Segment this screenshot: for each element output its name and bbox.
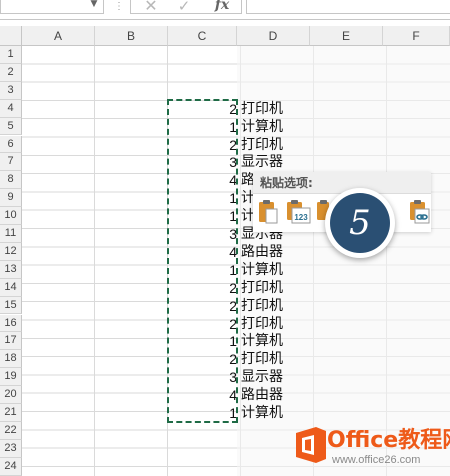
cell-d18[interactable]: 打印机 — [241, 350, 283, 368]
column-header-c[interactable]: C — [168, 26, 237, 46]
row-header-11[interactable]: 11 — [0, 225, 22, 243]
row-header-16[interactable]: 16 — [0, 314, 22, 333]
step-number: 5 — [349, 203, 371, 243]
row-header-10[interactable]: 10 — [0, 207, 22, 225]
cell-d4[interactable]: 打印机 — [241, 100, 283, 118]
select-all-corner[interactable] — [0, 26, 22, 46]
row-header-2[interactable]: 2 — [0, 63, 22, 82]
row-header-9[interactable]: 9 — [0, 189, 22, 208]
enter-icon[interactable]: ✓ — [174, 0, 194, 14]
cell-d7[interactable]: 显示器 — [241, 153, 283, 171]
row-header-21[interactable]: 21 — [0, 404, 22, 422]
row-header-8[interactable]: 8 — [0, 171, 22, 190]
row-header-19[interactable]: 19 — [0, 368, 22, 387]
column-header-e[interactable]: E — [310, 26, 383, 46]
row-header-14[interactable]: 14 — [0, 278, 22, 297]
insert-function-icon[interactable]: fx — [208, 0, 236, 13]
row-header-17[interactable]: 17 — [0, 332, 22, 351]
cell-d13[interactable]: 计算机 — [241, 261, 283, 279]
paste-link-icon[interactable] — [407, 199, 431, 225]
row-header-18[interactable]: 18 — [0, 350, 22, 369]
cell-d20[interactable]: 路由器 — [241, 386, 283, 404]
row-header-5[interactable]: 5 — [0, 117, 22, 136]
watermark-url: www.office26.com — [332, 454, 421, 466]
watermark-title: Office教程网 — [327, 428, 450, 453]
row-header-3[interactable]: 3 — [0, 81, 22, 100]
column-header-b[interactable]: B — [95, 26, 168, 46]
formula-input[interactable] — [246, 0, 450, 14]
row-header-24[interactable]: 24 — [0, 457, 22, 476]
cell-d21[interactable]: 计算机 — [241, 404, 283, 422]
row-header-23[interactable]: 23 — [0, 439, 22, 458]
row-header-12[interactable]: 12 — [0, 242, 22, 261]
cancel-icon[interactable]: ✕ — [141, 0, 161, 14]
office-logo-icon — [296, 427, 326, 463]
chevron-down-icon[interactable]: ▼ — [88, 0, 100, 11]
paste-icon[interactable] — [257, 199, 279, 225]
cell-d5[interactable]: 计算机 — [241, 118, 283, 136]
cell-d15[interactable]: 打印机 — [241, 297, 283, 315]
cell-d19[interactable]: 显示器 — [241, 368, 283, 386]
column-header-f[interactable]: F — [383, 26, 450, 46]
paste-values-label: 123 — [294, 213, 308, 222]
row-header-6[interactable]: 6 — [0, 135, 22, 154]
cell-d17[interactable]: 计算机 — [241, 332, 283, 350]
paste-options-title: 粘贴选项: — [253, 172, 431, 194]
cell-d16[interactable]: 打印机 — [241, 315, 283, 333]
cell-d12[interactable]: 路由器 — [241, 243, 283, 261]
row-header-7[interactable]: 7 — [0, 153, 22, 172]
formula-bar-separator: ⋮ — [114, 1, 124, 12]
copy-marquee — [167, 98, 238, 423]
cell-d6[interactable]: 打印机 — [241, 136, 283, 154]
cell-d14[interactable]: 打印机 — [241, 279, 283, 297]
row-header-15[interactable]: 15 — [0, 296, 22, 315]
row-header-22[interactable]: 22 — [0, 421, 22, 440]
column-header-d[interactable]: D — [237, 26, 310, 46]
row-header-1[interactable]: 1 — [0, 46, 22, 64]
column-header-a[interactable]: A — [22, 26, 95, 46]
row-header-4[interactable]: 4 — [0, 99, 22, 118]
row-header-13[interactable]: 13 — [0, 260, 22, 279]
row-header-20[interactable]: 20 — [0, 386, 22, 404]
